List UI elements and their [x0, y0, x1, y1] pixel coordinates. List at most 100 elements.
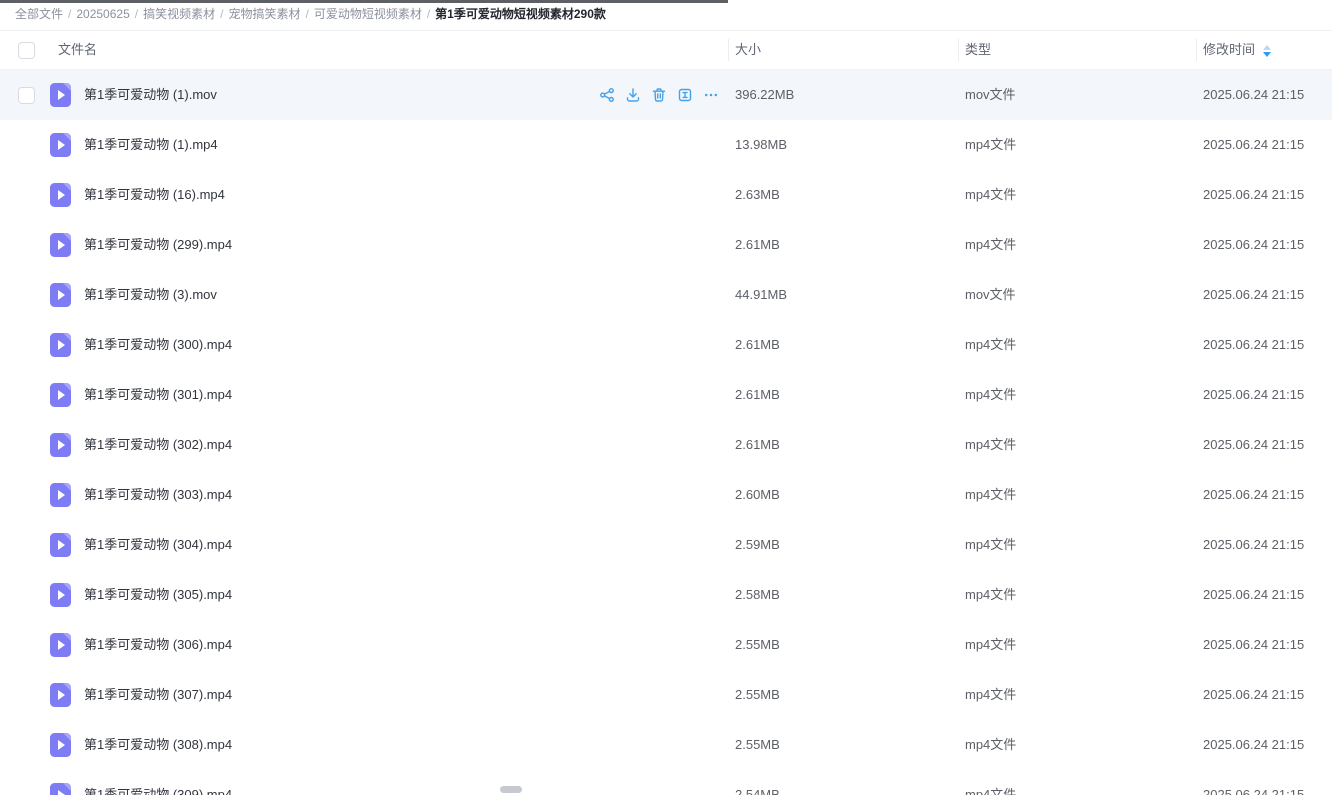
file-name[interactable]: 第1季可爱动物 (308).mp4 [84, 720, 232, 770]
file-modified-time: 2025.06.24 21:15 [1203, 170, 1304, 220]
file-type: mp4文件 [965, 120, 1016, 170]
file-name[interactable]: 第1季可爱动物 (303).mp4 [84, 470, 232, 520]
breadcrumb-item[interactable]: 宠物搞笑素材 [228, 7, 300, 21]
video-file-icon [50, 633, 71, 657]
file-modified-time: 2025.06.24 21:15 [1203, 70, 1304, 120]
file-size: 2.55MB [735, 620, 780, 670]
video-file-icon [50, 83, 71, 107]
file-name[interactable]: 第1季可爱动物 (307).mp4 [84, 670, 232, 720]
breadcrumb-item[interactable]: 全部文件 [15, 7, 63, 21]
more-icon[interactable] [702, 87, 719, 104]
breadcrumb-separator: / [135, 7, 138, 21]
video-file-icon [50, 333, 71, 357]
video-file-icon [50, 433, 71, 457]
file-size: 2.61MB [735, 370, 780, 420]
file-name[interactable]: 第1季可爱动物 (300).mp4 [84, 320, 232, 370]
row-actions [598, 70, 719, 120]
file-size: 2.61MB [735, 220, 780, 270]
file-name[interactable]: 第1季可爱动物 (309).mp4 [84, 770, 232, 795]
file-modified-time: 2025.06.24 21:15 [1203, 270, 1304, 320]
download-icon[interactable] [624, 87, 641, 104]
sort-desc-caret-icon[interactable] [1263, 52, 1271, 57]
column-header-size[interactable]: 大小 [735, 31, 761, 69]
file-name[interactable]: 第1季可爱动物 (3).mov [84, 270, 217, 320]
video-file-icon [50, 683, 71, 707]
file-row[interactable]: 第1季可爱动物 (1).mp4 [0, 120, 1332, 170]
column-header-modified[interactable]: 修改时间 [1203, 31, 1272, 69]
file-size: 2.55MB [735, 670, 780, 720]
file-row[interactable]: 第1季可爱动物 (16).mp4 [0, 170, 1332, 220]
file-type: mp4文件 [965, 470, 1016, 520]
video-file-icon [50, 583, 71, 607]
sort-icon[interactable] [1262, 45, 1272, 57]
file-modified-time: 2025.06.24 21:15 [1203, 220, 1304, 270]
file-modified-time: 2025.06.24 21:15 [1203, 770, 1304, 795]
file-type: mp4文件 [965, 170, 1016, 220]
file-size: 396.22MB [735, 70, 794, 120]
column-divider [958, 39, 959, 61]
breadcrumb-separator: / [427, 7, 430, 21]
rename-icon[interactable] [676, 87, 693, 104]
file-manager-screen: 全部文件/20250625/搞笑视频素材/宠物搞笑素材/可爱动物短视频素材/第1… [0, 0, 1332, 795]
file-type: mp4文件 [965, 370, 1016, 420]
file-name[interactable]: 第1季可爱动物 (16).mp4 [84, 170, 225, 220]
column-divider [1196, 39, 1197, 61]
breadcrumb-item[interactable]: 搞笑视频素材 [143, 7, 215, 21]
file-row[interactable]: 第1季可爱动物 (302).mp4 [0, 420, 1332, 470]
sort-asc-caret-icon[interactable] [1263, 45, 1271, 50]
column-header-filename[interactable]: 文件名 [58, 31, 97, 69]
file-row[interactable]: 第1季可爱动物 (309).mp4 [0, 770, 1332, 795]
breadcrumb-current: 第1季可爱动物短视频素材290款 [435, 7, 606, 21]
share-icon[interactable] [598, 87, 615, 104]
video-file-icon [50, 183, 71, 207]
file-size: 2.59MB [735, 520, 780, 570]
file-modified-time: 2025.06.24 21:15 [1203, 520, 1304, 570]
file-row[interactable]: 第1季可爱动物 (299).mp4 [0, 220, 1332, 270]
file-row[interactable]: 第1季可爱动物 (306).mp4 [0, 620, 1332, 670]
file-row[interactable]: 第1季可爱动物 (304).mp4 [0, 520, 1332, 570]
column-header-type[interactable]: 类型 [965, 31, 991, 69]
file-row[interactable]: 第1季可爱动物 (301).mp4 [0, 370, 1332, 420]
file-name[interactable]: 第1季可爱动物 (299).mp4 [84, 220, 232, 270]
select-all-checkbox[interactable] [18, 42, 35, 59]
horizontal-scrollbar-thumb[interactable] [500, 786, 522, 793]
file-size: 2.58MB [735, 570, 780, 620]
file-name[interactable]: 第1季可爱动物 (302).mp4 [84, 420, 232, 470]
file-type: mov文件 [965, 270, 1016, 320]
file-name[interactable]: 第1季可爱动物 (306).mp4 [84, 620, 232, 670]
file-row[interactable]: 第1季可爱动物 (300).mp4 [0, 320, 1332, 370]
file-row[interactable]: 第1季可爱动物 (305).mp4 [0, 570, 1332, 620]
file-type: mp4文件 [965, 420, 1016, 470]
file-row[interactable]: 第1季可爱动物 (307).mp4 [0, 670, 1332, 720]
file-row[interactable]: 第1季可爱动物 (1).mov [0, 70, 1332, 120]
row-checkbox[interactable] [18, 87, 35, 104]
file-type: mov文件 [965, 70, 1016, 120]
file-size: 2.61MB [735, 320, 780, 370]
breadcrumb-item[interactable]: 可爱动物短视频素材 [314, 7, 422, 21]
file-size: 44.91MB [735, 270, 787, 320]
file-name[interactable]: 第1季可爱动物 (301).mp4 [84, 370, 232, 420]
file-row[interactable]: 第1季可爱动物 (3).mov [0, 270, 1332, 320]
delete-icon[interactable] [650, 87, 667, 104]
file-type: mp4文件 [965, 570, 1016, 620]
file-type: mp4文件 [965, 320, 1016, 370]
video-file-icon [50, 383, 71, 407]
file-name[interactable]: 第1季可爱动物 (305).mp4 [84, 570, 232, 620]
video-file-icon [50, 283, 71, 307]
file-type: mp4文件 [965, 720, 1016, 770]
file-name[interactable]: 第1季可爱动物 (304).mp4 [84, 520, 232, 570]
file-list: 第1季可爱动物 (1).mov [0, 70, 1332, 795]
file-modified-time: 2025.06.24 21:15 [1203, 120, 1304, 170]
breadcrumb-item[interactable]: 20250625 [76, 7, 129, 21]
file-name[interactable]: 第1季可爱动物 (1).mov [84, 70, 217, 120]
file-modified-time: 2025.06.24 21:15 [1203, 370, 1304, 420]
column-header-modified-label: 修改时间 [1203, 42, 1255, 57]
file-size: 2.61MB [735, 420, 780, 470]
breadcrumb-separator: / [220, 7, 223, 21]
file-row[interactable]: 第1季可爱动物 (308).mp4 [0, 720, 1332, 770]
file-name[interactable]: 第1季可爱动物 (1).mp4 [84, 120, 218, 170]
file-type: mp4文件 [965, 620, 1016, 670]
video-file-icon [50, 733, 71, 757]
file-row[interactable]: 第1季可爱动物 (303).mp4 [0, 470, 1332, 520]
video-file-icon [50, 233, 71, 257]
